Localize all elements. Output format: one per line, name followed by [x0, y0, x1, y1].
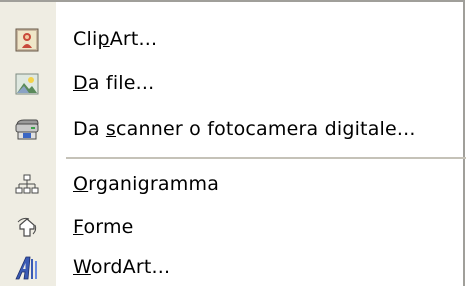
- scanner-icon: [14, 117, 40, 143]
- menu-item-label: Organigramma: [73, 173, 220, 195]
- menu-item-clipart[interactable]: ClipArt...: [0, 19, 463, 59]
- clipart-icon: [14, 27, 40, 53]
- menu-item-label: ClipArt...: [73, 28, 158, 50]
- menu-item-forme[interactable]: Forme: [0, 207, 463, 247]
- menu-item-label: Da file...: [73, 72, 155, 94]
- menu-item-label: Forme: [73, 216, 134, 238]
- menu-item-wordart[interactable]: WordArt...: [0, 247, 463, 287]
- menu-item-da-file[interactable]: Da file...: [0, 63, 463, 103]
- org-chart-icon: [14, 172, 40, 198]
- menu-item-label: WordArt...: [73, 256, 171, 278]
- menu-item-organigramma[interactable]: Organigramma: [0, 164, 463, 204]
- picture-file-icon: [14, 71, 40, 97]
- wordart-icon: [14, 255, 40, 281]
- menu-item-da-scanner[interactable]: Da scanner o fotocamera digitale...: [0, 109, 463, 149]
- menu-item-label: Da scanner o fotocamera digitale...: [73, 118, 416, 140]
- shapes-icon: [14, 215, 40, 241]
- menu-separator: [66, 157, 466, 159]
- insert-picture-submenu: ClipArt... Da file... Da scanner o fotoc…: [0, 0, 466, 287]
